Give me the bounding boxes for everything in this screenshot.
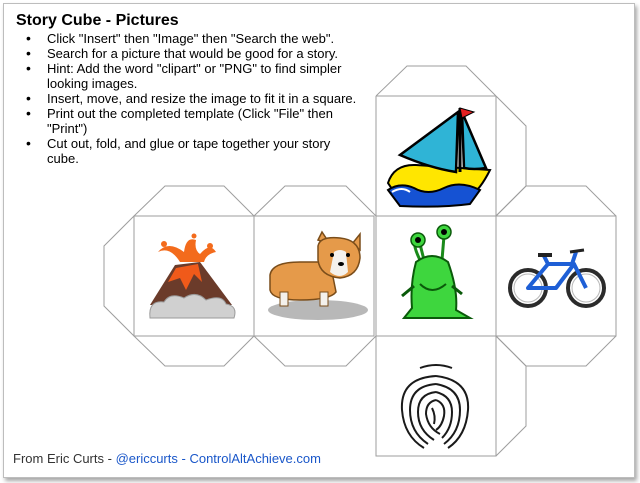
footer-separator: - [104, 451, 116, 466]
footer-credit: From Eric Curts - @ericcurts - ControlAl… [13, 451, 321, 466]
bicycle-picture [508, 248, 606, 308]
footer-author: From Eric Curts [13, 451, 104, 466]
twitter-handle-link[interactable]: @ericcurts [116, 451, 178, 466]
website-link[interactable]: ControlAltAchieve.com [189, 451, 321, 466]
cube-net [103, 65, 617, 457]
volcano-picture [149, 233, 236, 319]
footer-separator: - [177, 451, 190, 466]
sailboat-picture [386, 107, 492, 208]
fingerprint-picture [400, 364, 470, 449]
green-alien-picture [401, 224, 474, 319]
corgi-dog-picture [268, 230, 368, 320]
